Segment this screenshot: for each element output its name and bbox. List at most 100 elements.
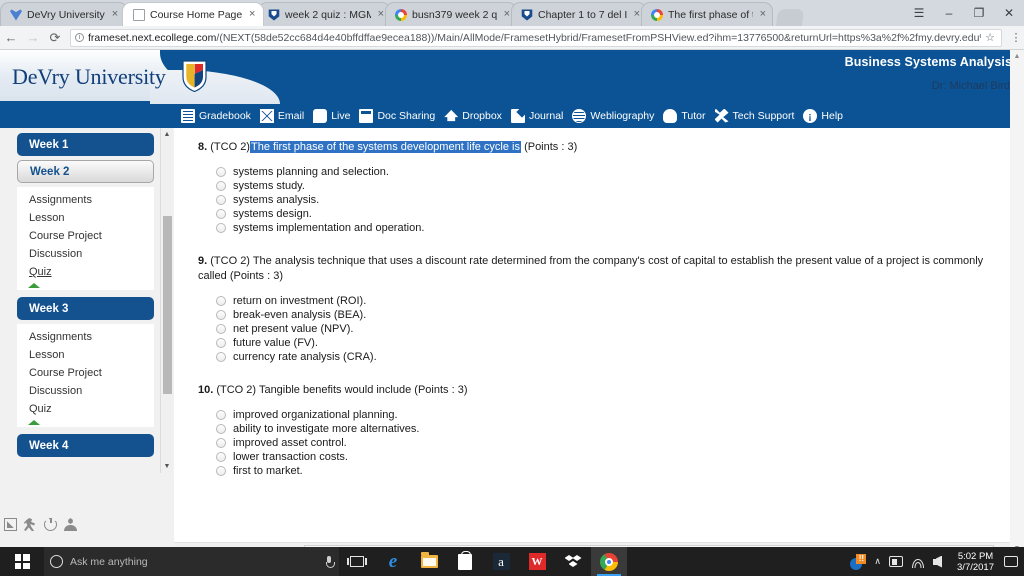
navbar-item-dropbox[interactable]: Dropbox bbox=[444, 109, 502, 123]
browser-tab[interactable]: Course Home Page × bbox=[122, 2, 264, 26]
tab-close-icon[interactable]: × bbox=[758, 9, 766, 20]
sidebar-link-discussion[interactable]: Discussion bbox=[17, 245, 154, 263]
dropbox-button[interactable] bbox=[555, 547, 591, 576]
sidebar-link-assignments[interactable]: Assignments bbox=[17, 328, 154, 346]
sidebar-link-assignments[interactable]: Assignments bbox=[17, 191, 154, 209]
answer-option[interactable]: improved organizational planning. bbox=[216, 408, 1004, 422]
windows-update-icon[interactable]: !! bbox=[850, 553, 867, 570]
radio-button-icon[interactable] bbox=[216, 452, 226, 462]
answer-option[interactable]: return on investment (ROI). bbox=[216, 294, 1004, 308]
start-button[interactable] bbox=[0, 547, 44, 576]
collapse-icon[interactable] bbox=[4, 518, 17, 531]
answer-option[interactable]: break-even analysis (BEA). bbox=[216, 308, 1004, 322]
navbar-item-help[interactable]: Help bbox=[803, 108, 843, 123]
collapse-triangle-icon[interactable] bbox=[28, 283, 40, 288]
navbar-item-email[interactable]: Email bbox=[259, 108, 304, 123]
user-icon[interactable] bbox=[64, 518, 77, 531]
sidebar-link-course-project[interactable]: Course Project bbox=[17, 364, 154, 382]
radio-button-icon[interactable] bbox=[216, 410, 226, 420]
back-button[interactable]: ← bbox=[0, 30, 22, 45]
answer-option[interactable]: systems implementation and operation. bbox=[216, 221, 1004, 235]
tab-close-icon[interactable]: × bbox=[502, 9, 510, 20]
radio-button-icon[interactable] bbox=[216, 466, 226, 476]
sidebar-link-course-project[interactable]: Course Project bbox=[17, 227, 154, 245]
navbar-item-tutor[interactable]: Tutor bbox=[663, 108, 706, 123]
tab-close-icon[interactable]: × bbox=[376, 9, 384, 20]
radio-button-icon[interactable] bbox=[216, 209, 226, 219]
store-button[interactable] bbox=[447, 547, 483, 576]
sidebar-link-quiz[interactable]: Quiz bbox=[17, 400, 154, 418]
radio-button-icon[interactable] bbox=[216, 352, 226, 362]
wifi-icon[interactable] bbox=[911, 556, 925, 568]
browser-tab[interactable]: Chapter 1 to 7 del Inter × bbox=[511, 2, 647, 26]
sidebar-scroll-thumb[interactable] bbox=[163, 216, 172, 394]
site-info-icon[interactable]: i bbox=[75, 33, 84, 42]
answer-option[interactable]: future value (FV). bbox=[216, 336, 1004, 350]
amazon-button[interactable]: a bbox=[483, 547, 519, 576]
sidebar-scroll-down-icon[interactable]: ▼ bbox=[161, 460, 173, 473]
navbar-item-doc-sharing[interactable]: Doc Sharing bbox=[359, 108, 435, 123]
navbar-item-live[interactable]: Live bbox=[313, 108, 350, 123]
browser-tab[interactable]: The first phase of the sy × bbox=[641, 2, 773, 26]
sidebar-scrollbar[interactable]: ▲ ▼ bbox=[160, 128, 173, 473]
radio-button-icon[interactable] bbox=[216, 438, 226, 448]
page-scroll-up-icon[interactable]: ▲ bbox=[1010, 50, 1024, 63]
answer-option[interactable]: ability to investigate more alternatives… bbox=[216, 422, 1004, 436]
radio-button-icon[interactable] bbox=[216, 167, 226, 177]
tab-close-icon[interactable]: × bbox=[632, 9, 640, 20]
file-explorer-button[interactable] bbox=[411, 547, 447, 576]
task-view-button[interactable] bbox=[339, 547, 375, 576]
browser-tab[interactable]: DeVry University × bbox=[0, 2, 128, 26]
chevron-up-icon[interactable]: ∧ bbox=[874, 556, 881, 567]
answer-option[interactable]: systems study. bbox=[216, 179, 1004, 193]
notification-icon[interactable] bbox=[1004, 556, 1018, 567]
exit-icon[interactable] bbox=[24, 518, 36, 531]
browser-menu-icon[interactable]: ⋮ bbox=[1008, 31, 1024, 44]
radio-button-icon[interactable] bbox=[216, 296, 226, 306]
tab-close-icon[interactable]: × bbox=[247, 9, 255, 20]
power-icon[interactable] bbox=[44, 518, 57, 531]
collapse-triangle-icon[interactable] bbox=[28, 420, 40, 425]
navbar-item-gradebook[interactable]: Gradebook bbox=[180, 108, 251, 123]
radio-button-icon[interactable] bbox=[216, 195, 226, 205]
volume-icon[interactable] bbox=[933, 556, 947, 568]
navbar-item-tech-support[interactable]: Tech Support bbox=[714, 108, 794, 123]
maximize-button[interactable]: ❐ bbox=[964, 6, 994, 20]
radio-button-icon[interactable] bbox=[216, 181, 226, 191]
sidebar-week-week-1[interactable]: Week 1 bbox=[17, 133, 154, 156]
page-vertical-scrollbar[interactable]: ▲ ▼ bbox=[1010, 50, 1024, 555]
answer-option[interactable]: first to market. bbox=[216, 464, 1004, 478]
wunderlist-button[interactable]: W bbox=[519, 547, 555, 576]
radio-button-icon[interactable] bbox=[216, 338, 226, 348]
tab-close-icon[interactable]: × bbox=[110, 9, 118, 20]
action-center-flag-icon[interactable] bbox=[889, 556, 904, 567]
sidebar-link-lesson[interactable]: Lesson bbox=[17, 209, 154, 227]
sidebar-link-lesson[interactable]: Lesson bbox=[17, 346, 154, 364]
answer-option[interactable]: net present value (NPV). bbox=[216, 322, 1004, 336]
answer-option[interactable]: currency rate analysis (CRA). bbox=[216, 350, 1004, 364]
answer-option[interactable]: lower transaction costs. bbox=[216, 450, 1004, 464]
radio-button-icon[interactable] bbox=[216, 424, 226, 434]
account-icon[interactable]: ☰ bbox=[904, 6, 934, 20]
sidebar-link-quiz[interactable]: Quiz bbox=[17, 263, 154, 281]
radio-button-icon[interactable] bbox=[216, 310, 226, 320]
sidebar-week-week-3[interactable]: Week 3 bbox=[17, 297, 154, 320]
answer-option[interactable]: systems analysis. bbox=[216, 193, 1004, 207]
radio-button-icon[interactable] bbox=[216, 324, 226, 334]
forward-button[interactable]: → bbox=[22, 30, 44, 45]
browser-tab[interactable]: week 2 quiz : MGMT 34 × bbox=[258, 2, 391, 26]
answer-option[interactable]: systems design. bbox=[216, 207, 1004, 221]
search-input[interactable]: Ask me anything bbox=[44, 547, 339, 576]
navbar-item-journal[interactable]: Journal bbox=[510, 108, 563, 123]
sidebar-scroll-up-icon[interactable]: ▲ bbox=[161, 128, 173, 141]
new-tab-button[interactable] bbox=[775, 9, 805, 26]
navbar-item-webliography[interactable]: Webliography bbox=[572, 108, 654, 123]
answer-option[interactable]: improved asset control. bbox=[216, 436, 1004, 450]
reload-button[interactable]: ⟳ bbox=[44, 30, 66, 46]
address-bar[interactable]: i frameset.next.ecollege.com/(NEXT(58de5… bbox=[70, 28, 1002, 47]
answer-option[interactable]: systems planning and selection. bbox=[216, 165, 1004, 179]
clock[interactable]: 5:02 PM 3/7/2017 bbox=[955, 551, 996, 573]
sidebar-week-week-4[interactable]: Week 4 bbox=[17, 434, 154, 457]
bookmark-star-icon[interactable]: ☆ bbox=[985, 31, 997, 44]
sidebar-link-discussion[interactable]: Discussion bbox=[17, 382, 154, 400]
